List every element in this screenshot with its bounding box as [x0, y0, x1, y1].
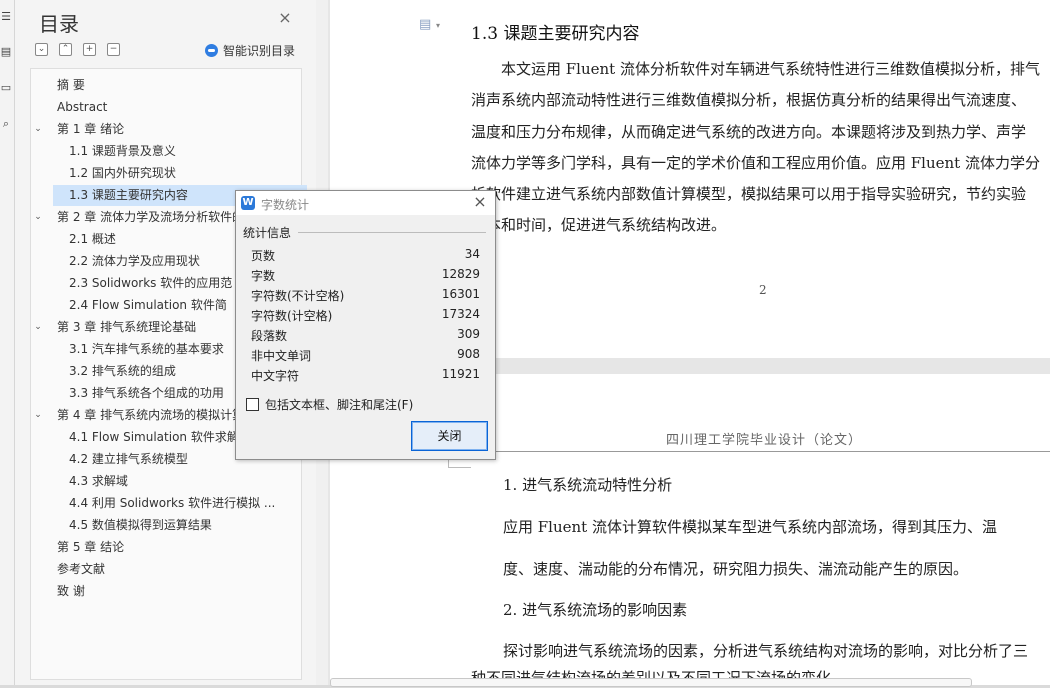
page-number: 2 — [759, 283, 767, 297]
section-divider — [298, 232, 486, 233]
paragraph-line: 消声系统内部流动特性进行三维数值模拟分析，根据仿真分析的结果得出气流速度、 — [471, 91, 1027, 109]
page-options-icon[interactable]: ▤ — [419, 18, 431, 32]
paragraph-line: 1. 进气系统流动特性分析 — [503, 476, 673, 494]
close-button[interactable]: 关闭 — [411, 421, 488, 451]
stat-label: 字符数(不计空格) — [251, 289, 345, 303]
chevron-down-icon[interactable]: ▾ — [436, 21, 440, 30]
toc-section-item[interactable]: 4.5 数值模拟得到运算结果 — [69, 515, 293, 536]
stat-value: 16301 — [441, 287, 480, 301]
paragraph-line: 度、速度、湍动能的分布情况，研究阻力损失、湍流动能产生的原因。 — [503, 560, 969, 578]
close-icon[interactable]: × — [472, 194, 488, 210]
stat-label: 段落数 — [251, 329, 288, 343]
smart-recognize-label: 智能识别目录 — [223, 43, 296, 58]
dialog-titlebar[interactable]: W 字数统计 × — [236, 191, 495, 215]
paragraph-line: 析软件建立进气系统内部数值计算模型，模拟结果可以用于指导实验研究，节约实验 — [471, 185, 1027, 203]
header-divider — [448, 451, 1050, 452]
stats-section-label: 统计信息 — [243, 226, 292, 240]
stat-row: 段落数 309 — [251, 327, 480, 347]
add-level-button[interactable]: + — [83, 43, 96, 56]
toc-chapter-item[interactable]: 第 5 章 结论 — [57, 537, 293, 558]
toc-section-item[interactable]: 4.3 求解域 — [69, 471, 293, 492]
remove-level-button[interactable]: − — [107, 43, 120, 56]
expand-up-button[interactable]: ⌃ — [59, 43, 72, 56]
chevron-down-icon[interactable]: ⌄ — [32, 207, 44, 228]
toc-panel-icon[interactable]: ☰ — [0, 10, 12, 24]
paragraph-line: 成本和时间，促进进气系统结构改进。 — [471, 216, 727, 234]
paragraph-line: 流体力学等多门学科，具有一定的学术价值和工程应用价值。应用 Fluent 流体力… — [471, 154, 1040, 172]
left-toolbar: ☰ ▤ ▭ ⌕ — [0, 0, 15, 685]
chevron-down-icon[interactable]: ⌄ — [32, 119, 44, 140]
document-icon[interactable]: ▤ — [0, 45, 12, 59]
toc-chapter-item[interactable]: 致 谢 — [57, 581, 293, 602]
paragraph-line: 温度和压力分布规律，从而确定进气系统的改进方向。本课题将涉及到热力学、声学 — [471, 123, 1027, 141]
stat-row: 中文字符 11921 — [251, 367, 480, 387]
stat-value: 309 — [457, 327, 480, 341]
include-notes-checkbox[interactable] — [246, 397, 259, 411]
close-icon[interactable]: × — [278, 10, 292, 26]
paragraph-line: 本文运用 Fluent 流体分析软件对车辆进气系统特性进行三维数值模拟分析，排气 — [501, 60, 1040, 78]
paragraph-line: 2. 进气系统流场的影响因素 — [503, 601, 688, 619]
collapse-all-button[interactable]: ⌄ — [35, 43, 48, 56]
toc-title: 目录 — [39, 12, 79, 36]
stat-label: 页数 — [251, 249, 276, 263]
search-icon[interactable]: ⌕ — [0, 117, 12, 131]
stat-value: 34 — [464, 247, 480, 261]
toc-chapter-item[interactable]: 参考文献 — [57, 559, 293, 580]
toc-chapter-item[interactable]: 摘 要 — [57, 75, 293, 96]
stat-label: 中文字符 — [251, 369, 300, 383]
paragraph-line: 探讨影响进气系统流场的因素，分析进气系统结构对流场的影响，对比分析了三 — [503, 642, 1029, 660]
stat-label: 字数 — [251, 269, 276, 283]
include-notes-option[interactable]: 包括文本框、脚注和尾注(F) — [246, 396, 413, 412]
dialog-title: 字数统计 — [261, 198, 310, 212]
stat-row: 字数 12829 — [251, 267, 480, 287]
chevron-down-icon[interactable]: ⌄ — [32, 405, 44, 426]
smart-recognize-icon — [205, 43, 218, 57]
stat-value: 11921 — [441, 367, 480, 381]
page-header: 四川理工学院毕业设计（论文） — [666, 433, 863, 448]
comment-icon[interactable]: ▭ — [0, 81, 12, 95]
stat-label: 字符数(计空格) — [251, 309, 333, 323]
smart-recognize-button[interactable]: 智能识别目录 — [205, 41, 295, 59]
paragraph-line: 应用 Fluent 流体计算软件模拟某车型进气系统内部流场，得到其压力、温 — [503, 518, 997, 536]
toc-section-item[interactable]: 1.1 课题背景及意义 — [69, 141, 293, 162]
stat-label: 非中文单词 — [251, 349, 312, 363]
stat-value: 908 — [457, 347, 480, 361]
stat-value: 12829 — [441, 267, 480, 281]
stat-value: 17324 — [441, 307, 480, 321]
stat-row: 字符数(计空格) 17324 — [251, 307, 480, 327]
toc-chapter-item[interactable]: Abstract — [57, 97, 293, 118]
section-heading: 1.3 课题主要研究内容 — [471, 24, 640, 44]
toc-section-item[interactable]: 4.4 利用 Solidworks 软件进行模拟 ... — [69, 493, 293, 514]
stat-row: 非中文单词 908 — [251, 347, 480, 367]
horizontal-scrollbar[interactable] — [330, 678, 972, 687]
chevron-down-icon[interactable]: ⌄ — [32, 317, 44, 338]
wps-logo-icon: W — [241, 196, 255, 210]
toc-section-item[interactable]: 1.2 国内外研究现状 — [69, 163, 293, 184]
toc-chapter-item[interactable]: 第 1 章 绪论 — [57, 119, 293, 140]
stat-row: 字符数(不计空格) 16301 — [251, 287, 480, 307]
include-notes-label: 包括文本框、脚注和尾注(F) — [265, 397, 414, 412]
stat-row: 页数 34 — [251, 247, 480, 267]
word-count-dialog: W 字数统计 × 统计信息 页数 34 字数 12829 字符数(不计空格) 16301 字… — [235, 190, 496, 460]
